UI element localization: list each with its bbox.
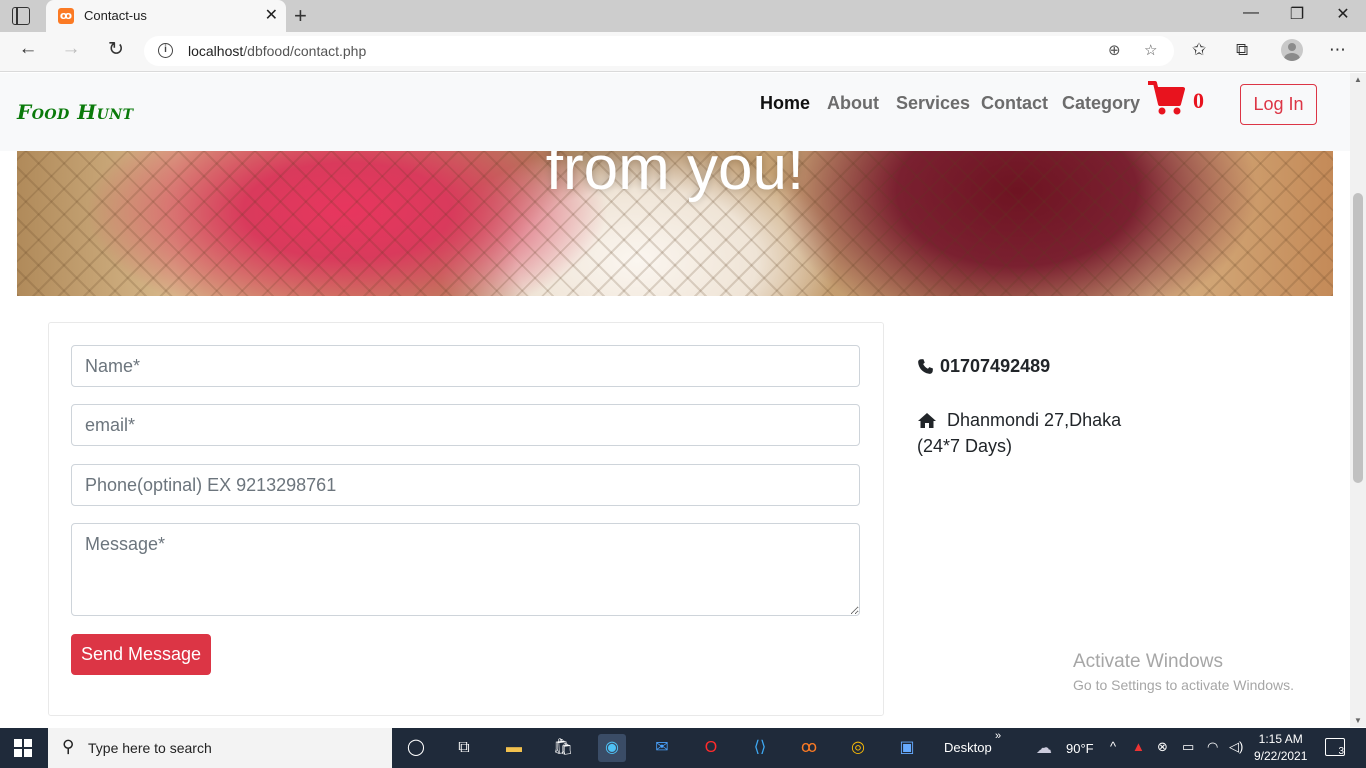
home-icon — [918, 412, 936, 428]
toolbar-overflow-icon[interactable]: » — [995, 730, 1001, 742]
desktop-toolbar-label[interactable]: Desktop — [944, 740, 992, 755]
more-options-icon[interactable]: ⋯ — [1329, 40, 1346, 60]
address-bar[interactable]: i localhost/dbfood/contact.php ⊕ ☆ — [144, 36, 1174, 66]
profile-avatar[interactable] — [1281, 39, 1303, 61]
tray-app-icon[interactable]: ▲ — [1132, 739, 1145, 754]
weather-icon[interactable]: ☁ — [1036, 738, 1052, 758]
phone-input[interactable] — [71, 464, 860, 506]
refresh-icon[interactable]: ↻ — [102, 38, 130, 61]
message-textarea[interactable] — [71, 523, 860, 616]
nav-link-about[interactable]: About — [827, 93, 879, 114]
battery-icon[interactable]: ▭ — [1182, 739, 1194, 755]
windows-start-icon[interactable] — [14, 739, 32, 757]
address-text: Dhanmondi 27,Dhaka — [947, 410, 1122, 430]
contact-info: 01707492489 Dhanmondi 27,Dhaka (24*7 Day… — [917, 356, 1121, 459]
taskbar-search-placeholder: Type here to search — [88, 740, 212, 756]
weather-temp[interactable]: 90°F — [1066, 741, 1094, 756]
xampp-favicon-icon: ꝏ — [58, 8, 74, 24]
brand-logo[interactable]: Food Hunt — [17, 100, 134, 124]
network-error-icon[interactable]: ⊗ — [1157, 739, 1168, 755]
scroll-down-icon[interactable]: ▼ — [1354, 716, 1362, 725]
url-text[interactable]: localhost/dbfood/contact.php — [188, 43, 366, 59]
site-navbar: Food Hunt Home About Services Contact Ca… — [0, 73, 1350, 151]
store-icon[interactable]: 🛍 — [549, 734, 577, 762]
nav-link-category[interactable]: Category — [1062, 93, 1140, 114]
clock-date: 9/22/2021 — [1254, 749, 1308, 763]
minimize-icon[interactable]: — — [1228, 4, 1274, 22]
hero-banner: from you! — [17, 151, 1333, 296]
page-scrollbar[interactable]: ▲ ▼ — [1350, 73, 1366, 727]
photos-icon[interactable]: ▣ — [893, 734, 921, 762]
add-favorite-icon[interactable]: ☆ — [1144, 41, 1157, 59]
browser-toolbar: ← → ↻ i localhost/dbfood/contact.php ⊕ ☆… — [0, 32, 1366, 72]
address-block: Dhanmondi 27,Dhaka (24*7 Days) — [917, 407, 1121, 459]
nav-link-services[interactable]: Services — [896, 93, 970, 114]
notification-count: 3 — [1338, 746, 1344, 757]
watermark-title: Activate Windows — [1073, 651, 1223, 672]
phone-row: 01707492489 — [917, 356, 1121, 377]
back-icon[interactable]: ← — [14, 38, 42, 60]
task-view-icon[interactable]: ⧉ — [450, 734, 478, 762]
edge-icon[interactable]: ◉ — [598, 734, 626, 762]
hours-text: (24*7 Days) — [917, 436, 1013, 456]
mail-icon[interactable]: ✉ — [648, 734, 676, 762]
nav-link-home[interactable]: Home — [760, 93, 810, 114]
tab-title: Contact-us — [84, 8, 147, 23]
login-button[interactable]: Log In — [1240, 84, 1317, 125]
zoom-icon[interactable]: ⊕ — [1108, 41, 1121, 59]
xampp-icon[interactable]: ꝏ — [795, 734, 823, 762]
cortana-icon[interactable]: ◯ — [402, 734, 430, 762]
taskbar-clock[interactable]: 1:15 AM 9/22/2021 — [1254, 731, 1307, 765]
send-message-button[interactable]: Send Message — [71, 634, 211, 675]
clock-time: 1:15 AM — [1258, 732, 1303, 746]
forward-icon[interactable]: → — [57, 38, 85, 60]
info-icon[interactable]: i — [158, 43, 173, 58]
watermark-subtitle: Go to Settings to activate Windows. — [1073, 677, 1294, 693]
cart-count: 0 — [1193, 88, 1204, 113]
browser-tab[interactable]: ꝏ Contact-us ✕ — [46, 0, 286, 32]
name-input[interactable] — [71, 345, 860, 387]
nav-link-contact[interactable]: Contact — [981, 93, 1048, 114]
opera-icon[interactable]: O — [697, 734, 725, 762]
new-tab-button[interactable]: + — [294, 3, 307, 29]
page-viewport: Food Hunt Home About Services Contact Ca… — [0, 73, 1350, 727]
taskbar-search[interactable]: ⚲ Type here to search — [48, 728, 392, 768]
close-tab-icon[interactable]: ✕ — [265, 5, 278, 25]
tab-actions-icon[interactable] — [12, 7, 30, 25]
windows-taskbar: ⚲ Type here to search ◯ ⧉ ▬ 🛍 ◉ ✉ O ⟨⟩ ꝏ… — [0, 728, 1366, 768]
volume-icon[interactable]: ◁) — [1229, 739, 1243, 755]
activate-windows-watermark: Activate Windows Go to Settings to activ… — [1073, 651, 1294, 693]
phone-icon — [918, 359, 933, 374]
favorites-icon[interactable]: ✩ — [1192, 40, 1206, 60]
contact-form: Send Message — [48, 322, 884, 716]
restore-icon[interactable]: ❐ — [1274, 4, 1320, 24]
email-input[interactable] — [71, 404, 860, 446]
search-icon: ⚲ — [62, 737, 75, 756]
hero-heading: from you! — [545, 151, 805, 203]
browser-tab-bar: ꝏ Contact-us ✕ + — ❐ ✕ — [0, 0, 1366, 32]
notification-center-icon[interactable]: 3 — [1325, 738, 1345, 757]
phone-number: 01707492489 — [940, 356, 1051, 376]
scroll-up-icon[interactable]: ▲ — [1354, 75, 1362, 84]
collections-icon[interactable]: ⧉ — [1236, 40, 1248, 60]
wifi-icon[interactable]: ◠ — [1207, 739, 1218, 755]
file-explorer-icon[interactable]: ▬ — [500, 734, 528, 762]
close-window-icon[interactable]: ✕ — [1320, 4, 1366, 24]
scroll-thumb[interactable] — [1353, 193, 1363, 483]
show-hidden-icons-icon[interactable]: ^ — [1110, 739, 1116, 754]
cart-icon[interactable] — [1146, 79, 1186, 122]
vscode-icon[interactable]: ⟨⟩ — [746, 734, 774, 762]
chrome-icon[interactable]: ◎ — [844, 734, 872, 762]
